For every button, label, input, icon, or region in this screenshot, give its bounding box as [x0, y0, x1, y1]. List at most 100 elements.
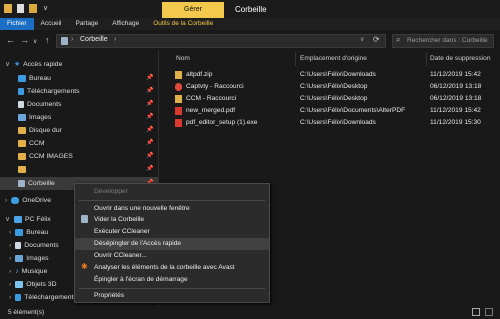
file-row[interactable]: pdf_editor_setup (1).exe C:\Users\Félix\…	[170, 117, 500, 129]
nav-item-label: Images	[26, 255, 49, 262]
file-date: 11/12/2019 15:30	[430, 119, 481, 126]
nav-item-label: CCM IMAGES	[29, 153, 73, 160]
new-folder-icon[interactable]	[29, 4, 37, 13]
item-count: 5 élément(s)	[8, 309, 45, 316]
nav-item-ccm[interactable]: CCM 📌	[0, 137, 158, 150]
up-arrow-icon[interactable]: ↑	[45, 35, 50, 45]
file-date: 06/12/2019 13:18	[430, 83, 482, 90]
column-divider[interactable]	[426, 52, 427, 66]
breadcrumb-chevron-icon[interactable]: ›	[71, 36, 73, 43]
column-header-location[interactable]: Emplacement d'origine	[300, 55, 367, 62]
ribbon-tabs: Fichier Accueil Partage Affichage Outils…	[0, 18, 500, 30]
window-title: Corbeille	[235, 5, 267, 14]
quick-access-toolbar-dropdown-icon[interactable]: ∨	[43, 4, 48, 12]
desktop-icon	[18, 74, 26, 82]
folder-icon	[18, 139, 26, 147]
ribbon-context-tab-gerer[interactable]: Gérer	[162, 2, 224, 18]
column-divider[interactable]	[295, 52, 296, 66]
file-location: C:\Users\Félix\Downloads	[300, 119, 376, 126]
pin-icon: 📌	[146, 75, 154, 81]
menu-item-developper[interactable]: Développer	[75, 186, 269, 198]
nav-item-label: Téléchargements	[27, 88, 80, 95]
nav-item-label: Bureau	[29, 75, 51, 82]
file-name: Captvty - Raccourci	[186, 83, 244, 90]
nav-item-label: Bureau	[26, 229, 49, 236]
folder-icon	[18, 165, 26, 173]
nav-item-bureau[interactable]: Bureau 📌	[0, 72, 158, 85]
file-location: C:\Users\Félix\Downloads	[300, 71, 376, 78]
file-name: CCM - Raccourci	[186, 95, 237, 102]
menu-item-epingler-demarrage[interactable]: Épingler à l'écran de démarrage	[75, 274, 269, 286]
menu-separator	[79, 288, 265, 289]
search-placeholder: Rechercher dans : Corbeille	[407, 37, 488, 44]
details-view-icon[interactable]	[472, 308, 480, 316]
file-row[interactable]: new_merged.pdf C:\Users\Félix\Documents\…	[170, 105, 500, 117]
menu-item-vider-corbeille[interactable]: Vider la Corbeille	[75, 214, 269, 226]
file-location: C:\Users\Félix\Documents\AlterPDF	[300, 107, 406, 114]
nav-item-images[interactable]: Images 📌	[0, 111, 158, 124]
nav-item-disque-dur[interactable]: Disque dur 📌	[0, 124, 158, 137]
menu-item-ouvrir-ccleaner[interactable]: Ouvrir CCleaner...	[75, 250, 269, 262]
pin-icon: 📌	[146, 140, 154, 146]
documents-icon	[15, 241, 22, 249]
context-menu: Développer Ouvrir dans une nouvelle fenê…	[74, 183, 270, 303]
nav-item-label: Documents	[27, 101, 62, 108]
file-location: C:\Users\Félix\Desktop	[300, 95, 368, 102]
properties-icon[interactable]	[17, 4, 24, 13]
menu-item-executer-ccleaner[interactable]: Exécuter CCleaner	[75, 226, 269, 238]
tab-affichage[interactable]: Affichage	[105, 18, 146, 30]
file-name: new_merged.pdf	[186, 107, 236, 114]
nav-item-telechargements[interactable]: Téléchargements 📌	[0, 85, 158, 98]
recent-locations-chevron-icon[interactable]: ∨	[33, 38, 37, 45]
file-date: 11/12/2019 15:42	[430, 107, 481, 114]
file-row[interactable]: Captvty - Raccourci C:\Users\Félix\Deskt…	[170, 81, 500, 93]
download-arrow-icon	[15, 293, 22, 301]
nav-item-label: Corbeille	[28, 180, 55, 187]
music-icon: ♪	[15, 268, 19, 275]
file-row[interactable]: altpdf.zip C:\Users\Félix\Downloads 11/1…	[170, 69, 500, 81]
pin-icon: 📌	[146, 127, 154, 133]
folder-icon	[18, 152, 26, 160]
file-name: altpdf.zip	[186, 71, 213, 78]
pictures-icon	[15, 254, 24, 262]
nav-item-label: Musique	[21, 268, 48, 275]
tab-fichier[interactable]: Fichier	[0, 18, 34, 30]
back-arrow-icon[interactable]: ←	[6, 35, 15, 45]
menu-separator	[79, 200, 265, 201]
tab-outils-corbeille[interactable]: Outils de la Corbeille	[146, 18, 220, 30]
nav-item-label: Images	[29, 114, 52, 121]
computer-icon	[13, 215, 22, 223]
search-icon: ⌕	[396, 35, 401, 44]
nav-quick-access[interactable]: ∨ ★ Accès rapide	[0, 58, 158, 71]
file-name: pdf_editor_setup (1).exe	[186, 119, 258, 126]
breadcrumb-corbeille[interactable]: Corbeille	[80, 36, 108, 43]
nav-item-label: Téléchargements	[24, 294, 77, 301]
address-dropdown-icon[interactable]: ∨	[360, 36, 364, 43]
refresh-icon[interactable]: ⟳	[373, 35, 380, 44]
installer-icon	[175, 119, 182, 127]
shortcut-icon	[175, 83, 182, 91]
nav-item-ccm-images[interactable]: CCM IMAGES 📌	[0, 150, 158, 163]
column-header-name[interactable]: Nom	[176, 55, 190, 62]
nav-item-documents[interactable]: Documents 📌	[0, 98, 158, 111]
forward-arrow-icon[interactable]: →	[20, 35, 29, 45]
nav-quick-access-label: Accès rapide	[23, 61, 63, 68]
pin-icon: 📌	[146, 114, 154, 120]
column-header-date[interactable]: Date de suppression	[430, 55, 490, 62]
menu-item-avast[interactable]: Analyser les éléments de la corbeille av…	[75, 262, 269, 274]
nav-pc-label: PC Félix	[24, 216, 51, 223]
breadcrumb-chevron-icon[interactable]: ›	[114, 36, 116, 43]
pdf-file-icon	[175, 107, 182, 115]
nav-item-unnamed[interactable]: 📌	[0, 163, 158, 176]
recycle-bin-icon	[61, 37, 68, 45]
desktop-icon	[15, 228, 24, 236]
pin-icon: 📌	[146, 153, 154, 159]
menu-item-desepingler[interactable]: Désépingler de l'Accès rapide	[75, 238, 269, 250]
tab-partage[interactable]: Partage	[68, 18, 105, 30]
nav-item-label: Disque dur	[29, 127, 62, 134]
large-icons-view-icon[interactable]	[485, 308, 493, 316]
tab-accueil[interactable]: Accueil	[34, 18, 69, 30]
recycle-bin-icon	[18, 179, 25, 187]
menu-item-proprietes[interactable]: Propriétés	[75, 290, 269, 302]
file-row[interactable]: CCM - Raccourci C:\Users\Félix\Desktop 0…	[170, 93, 500, 105]
